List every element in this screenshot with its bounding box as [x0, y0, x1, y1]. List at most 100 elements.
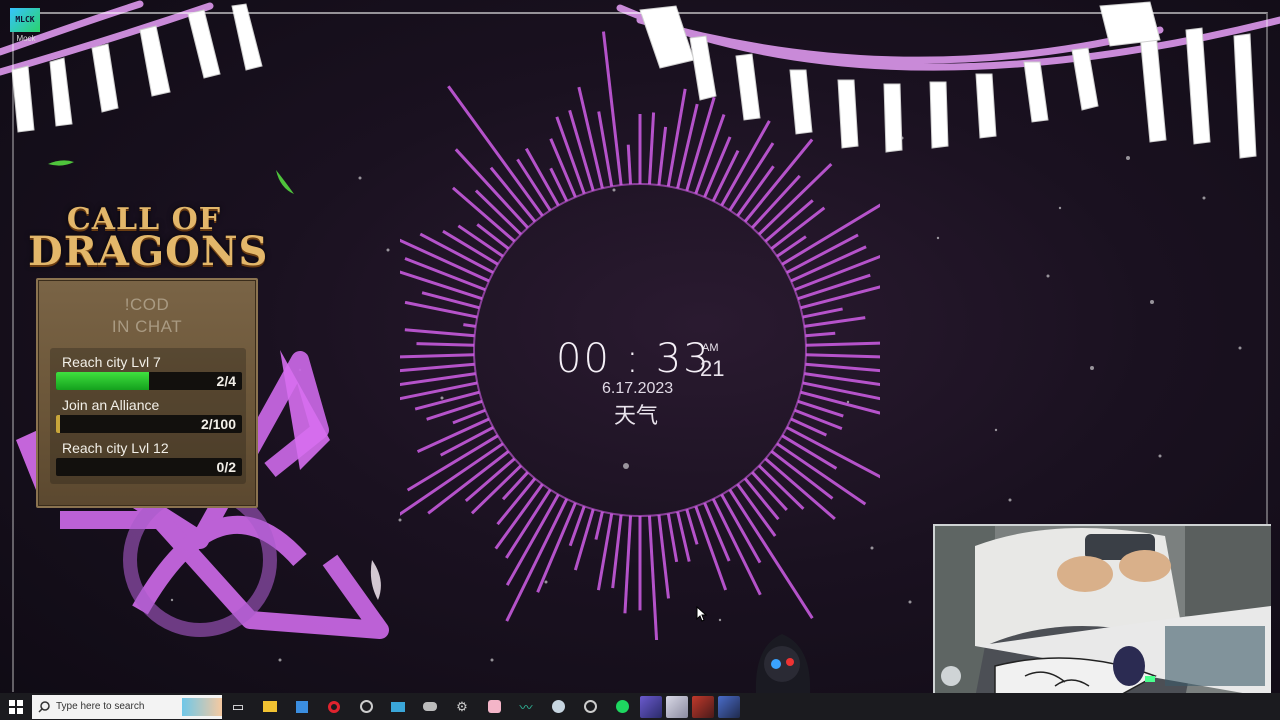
visualizer-bar [505, 498, 569, 622]
visualizer-bar [427, 450, 510, 515]
quest-progress-fill [56, 372, 149, 390]
store-icon[interactable] [286, 693, 318, 720]
window-thumbnail[interactable] [640, 695, 662, 718]
discord-icon[interactable] [574, 693, 606, 720]
opera-icon[interactable] [318, 693, 350, 720]
visualizer-bar [657, 514, 670, 599]
clock-weather: 天气 [614, 404, 659, 429]
visualizer-bar [794, 254, 880, 292]
quest-item: Join an Alliance 2/100 [56, 397, 242, 433]
visualizer-bar [757, 162, 833, 236]
visualizer-bar [611, 514, 623, 589]
mouse-cursor-icon [696, 606, 708, 622]
webcam-feed [933, 524, 1271, 698]
visualizer-bar [805, 341, 880, 347]
visualizer-bar [781, 203, 880, 266]
app-tile-icon: MLCK [10, 8, 40, 32]
visualizer-bar [568, 109, 595, 192]
quest-title: Reach city Lvl 12 [62, 440, 169, 456]
visualizer-bar [711, 149, 740, 202]
visualizer-bar [400, 353, 475, 359]
quest-item: Reach city Lvl 12 0/2 [56, 440, 242, 476]
visualizer-bar [549, 138, 577, 198]
windows-logo-icon [9, 699, 23, 714]
chibi-avatar [755, 634, 811, 694]
webcam-image [935, 526, 1271, 698]
clock-seconds: 21 [700, 356, 725, 381]
audio-visualizer [400, 31, 880, 640]
visualizer-bar [647, 112, 656, 185]
visualizer-bar [406, 434, 499, 492]
spotify-icon[interactable] [606, 693, 638, 720]
obs-icon[interactable] [478, 693, 510, 720]
visualizer-bar [703, 502, 731, 562]
visualizer-bar [711, 498, 762, 596]
speedometer-icon[interactable] [350, 693, 382, 720]
visualizer-bar [805, 331, 836, 338]
visualizer-bar [802, 381, 880, 401]
visualizer-bar [573, 508, 595, 571]
visualizer-bar [501, 471, 529, 501]
clock-time: 00 : 33 [556, 336, 711, 382]
taskbar: Type here to search ▭ ⚙ 〰 [0, 693, 1280, 720]
quest-title: Join an Alliance [62, 397, 160, 413]
visualizer-bar [463, 323, 476, 328]
quest-progress-fill [56, 415, 60, 433]
search-icon [38, 700, 50, 713]
quest-progress-bar: 2/4 [56, 372, 242, 390]
visualizer-bar [703, 136, 732, 198]
quest-count: 2/100 [200, 416, 236, 432]
controller-icon[interactable] [414, 693, 446, 720]
visualizer-bar [623, 515, 633, 614]
call-of-dragons-panel: !COD IN CHAT Reach city Lvl 7 2/4 Join a… [36, 278, 258, 508]
quest-progress-bar: 0/2 [56, 458, 242, 476]
visualizer-bar [764, 457, 836, 520]
settings-icon[interactable]: ⚙ [446, 693, 478, 720]
quest-count: 2/4 [216, 373, 236, 389]
visualizer-bar [476, 223, 510, 250]
visualizer-bar [577, 86, 604, 189]
visualizer-bar [404, 328, 475, 338]
steam-icon[interactable] [542, 693, 574, 720]
visualizer-bar [626, 144, 633, 185]
visualizer-bar [416, 342, 475, 347]
remote-desktop-icon[interactable] [382, 693, 414, 720]
quest-count: 0/2 [216, 459, 236, 475]
visualizer-bar [657, 126, 668, 186]
visualizer-bar [800, 285, 880, 310]
visualizer-bar [647, 515, 659, 640]
visualizer-bar [451, 186, 516, 243]
desktop-shortcut-label: Mock [16, 34, 36, 43]
visualizer-bar [439, 426, 494, 457]
search-highlight-icon [182, 697, 222, 716]
streamlabs-icon[interactable]: 〰 [510, 693, 542, 720]
visualizer-bar [666, 513, 679, 563]
visualizer-bar [400, 381, 478, 401]
clock-date: 6.17.2023 [602, 380, 674, 397]
desktop-shortcut-mock[interactable]: MLCK Mock [10, 8, 42, 43]
task-view-icon[interactable]: ▭ [222, 693, 254, 720]
visualizer-bar [720, 120, 771, 207]
window-thumbnail[interactable] [666, 695, 688, 718]
call-of-dragons-logo: CALL OF DRAGONS [28, 202, 269, 275]
quest-list: Reach city Lvl 7 2/4 Join an Alliance 2/… [50, 348, 246, 484]
visualizer-bar [805, 353, 880, 359]
taskbar-search-box[interactable]: Type here to search [32, 694, 222, 719]
visualizer-bar [676, 511, 691, 562]
visualizer-bar [802, 307, 843, 319]
window-thumbnail[interactable] [692, 695, 714, 718]
quest-progress-bar: 2/100 [56, 415, 242, 433]
visualizer-bar [685, 508, 699, 545]
quest-title: Reach city Lvl 7 [62, 354, 161, 370]
visualizer-bar [505, 493, 560, 586]
file-explorer-icon[interactable] [254, 693, 286, 720]
visualizer-bar [797, 273, 871, 301]
visualizer-bar [805, 362, 880, 373]
chat-command-prompt: !COD IN CHAT [111, 295, 183, 336]
visualizer-bar [452, 408, 486, 425]
search-placeholder: Type here to search [56, 701, 145, 712]
window-thumbnail[interactable] [718, 695, 740, 718]
visualizer-bar [786, 426, 880, 479]
start-button[interactable] [0, 693, 32, 720]
visualizer-bar [804, 316, 866, 328]
